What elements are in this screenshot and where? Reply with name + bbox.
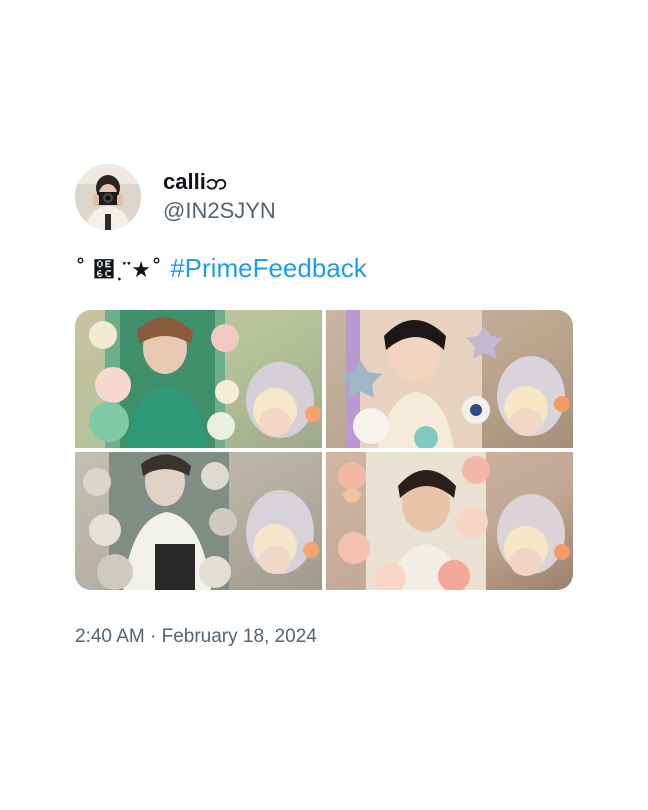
avatar[interactable]: [75, 164, 141, 230]
timestamp-time: 2:40 AM: [75, 626, 145, 647]
decorative-symbols: ˚ ๬ ฺ་་★˚: [75, 258, 162, 283]
timestamp-separator: ·: [150, 626, 157, 647]
tweet-header: calliဘ @IN2SJYN: [75, 163, 575, 231]
media-photo-2[interactable]: [326, 310, 573, 448]
media-grid: [75, 310, 573, 590]
media-photo-4[interactable]: [326, 452, 573, 590]
author-names: calliဘ @IN2SJYN: [163, 169, 276, 225]
photo-pastel-frame-stars-plush-icon: [326, 310, 573, 448]
media-photo-3[interactable]: [75, 452, 322, 590]
hashtag-link[interactable]: #PrimeFeedback: [170, 253, 367, 283]
media-photo-1[interactable]: [75, 310, 322, 448]
avatar-photo-camera-icon: [75, 164, 141, 230]
timestamp-date: February 18, 2024: [161, 626, 317, 647]
photo-pastel-frame-crystal-icon: [75, 452, 322, 590]
tweet-card: calliဘ @IN2SJYN ˚ ๬ ฺ་་★˚ #PrimeFeedback: [75, 163, 575, 649]
tweet-text: ˚ ๬ ฺ་་★˚ #PrimeFeedback: [75, 248, 575, 288]
photo-pastel-frame-peach-roses-icon: [326, 452, 573, 590]
photo-pastel-frame-mint-roses-icon: [75, 310, 322, 448]
handle[interactable]: @IN2SJYN: [163, 197, 276, 225]
display-name[interactable]: calliဘ: [163, 169, 276, 195]
tweet-timestamp[interactable]: 2:40 AM · February 18, 2024: [75, 625, 575, 649]
